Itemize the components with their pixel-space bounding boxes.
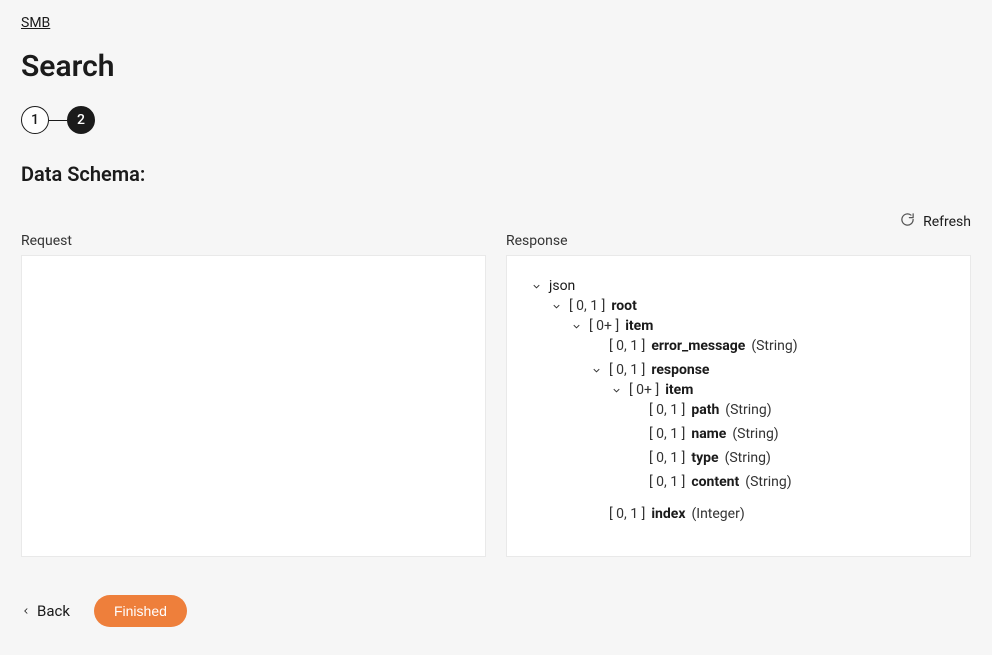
request-body[interactable] bbox=[21, 255, 486, 557]
section-title: Data Schema: bbox=[21, 162, 971, 186]
tree-node-cardinality: [ 0, 1 ] bbox=[649, 474, 685, 490]
tree-node-json[interactable]: json bbox=[529, 278, 960, 294]
tree-node-cardinality: [ 0, 1 ] bbox=[569, 298, 605, 314]
request-label: Request bbox=[21, 233, 486, 249]
tree-node-name: item bbox=[625, 318, 653, 334]
tree-node-path[interactable]: [ 0, 1 ] path (String) bbox=[629, 402, 960, 418]
step-connector bbox=[49, 120, 67, 121]
tree-node-type: (String) bbox=[732, 426, 778, 442]
tree-node-cardinality: [ 0, 1 ] bbox=[609, 362, 645, 378]
tree-node-name: index bbox=[651, 506, 685, 522]
response-panel: Response json bbox=[506, 233, 971, 557]
response-body[interactable]: json [ 0, 1 ] root bbox=[506, 255, 971, 557]
tree-node-name: name bbox=[691, 426, 726, 442]
tree-node-type: (String) bbox=[725, 450, 771, 466]
tree-node-label: json bbox=[549, 278, 575, 294]
tree-node-error-message[interactable]: [ 0, 1 ] error_message (String) bbox=[589, 338, 960, 354]
tree-node-type: (Integer) bbox=[691, 506, 744, 522]
chevron-down-icon[interactable] bbox=[569, 319, 583, 333]
tree-node-name: type bbox=[691, 450, 718, 466]
tree-node-cardinality: [ 0, 1 ] bbox=[609, 506, 645, 522]
tree-node-name: content bbox=[691, 474, 739, 490]
tree-node-root[interactable]: [ 0, 1 ] root bbox=[549, 298, 960, 314]
page-title: Search bbox=[21, 49, 971, 84]
back-button[interactable]: Back bbox=[21, 602, 70, 620]
tree-node-cardinality: [ 0+ ] bbox=[589, 318, 619, 334]
chevron-down-icon[interactable] bbox=[529, 279, 543, 293]
tree-node-name: path bbox=[691, 402, 719, 418]
tree-node-name: response bbox=[651, 362, 709, 378]
tree-node-type-field[interactable]: [ 0, 1 ] type (String) bbox=[629, 450, 960, 466]
tree-node-type: (String) bbox=[751, 338, 797, 354]
stepper: 1 2 bbox=[21, 106, 971, 134]
chevron-left-icon bbox=[21, 602, 31, 620]
breadcrumb: SMB bbox=[21, 15, 971, 31]
refresh-button[interactable]: Refresh bbox=[21, 212, 971, 231]
step-2[interactable]: 2 bbox=[67, 106, 95, 134]
back-label: Back bbox=[37, 602, 70, 620]
tree-node-type: (String) bbox=[745, 474, 791, 490]
tree-node-response[interactable]: [ 0, 1 ] response bbox=[589, 362, 960, 378]
breadcrumb-link-smb[interactable]: SMB bbox=[21, 15, 50, 31]
tree-node-item-2[interactable]: [ 0+ ] item bbox=[609, 382, 960, 398]
refresh-label: Refresh bbox=[923, 214, 971, 230]
step-1[interactable]: 1 bbox=[21, 106, 49, 134]
tree-node-cardinality: [ 0+ ] bbox=[629, 382, 659, 398]
tree-node-cardinality: [ 0, 1 ] bbox=[649, 402, 685, 418]
tree-node-type: (String) bbox=[725, 402, 771, 418]
tree-node-name: item bbox=[665, 382, 693, 398]
chevron-down-icon[interactable] bbox=[609, 383, 623, 397]
tree-node-name: error_message bbox=[651, 338, 745, 354]
tree-node-name-field[interactable]: [ 0, 1 ] name (String) bbox=[629, 426, 960, 442]
response-label: Response bbox=[506, 233, 971, 249]
chevron-down-icon[interactable] bbox=[589, 363, 603, 377]
finished-button[interactable]: Finished bbox=[94, 595, 187, 627]
tree-node-item[interactable]: [ 0+ ] item bbox=[569, 318, 960, 334]
tree-node-cardinality: [ 0, 1 ] bbox=[649, 450, 685, 466]
tree-node-cardinality: [ 0, 1 ] bbox=[609, 338, 645, 354]
tree-node-index[interactable]: [ 0, 1 ] index (Integer) bbox=[589, 506, 960, 522]
tree-node-content[interactable]: [ 0, 1 ] content (String) bbox=[629, 474, 960, 490]
request-panel: Request bbox=[21, 233, 486, 557]
tree-node-name: root bbox=[611, 298, 636, 314]
chevron-down-icon[interactable] bbox=[549, 299, 563, 313]
tree-node-cardinality: [ 0, 1 ] bbox=[649, 426, 685, 442]
refresh-icon bbox=[900, 212, 915, 231]
